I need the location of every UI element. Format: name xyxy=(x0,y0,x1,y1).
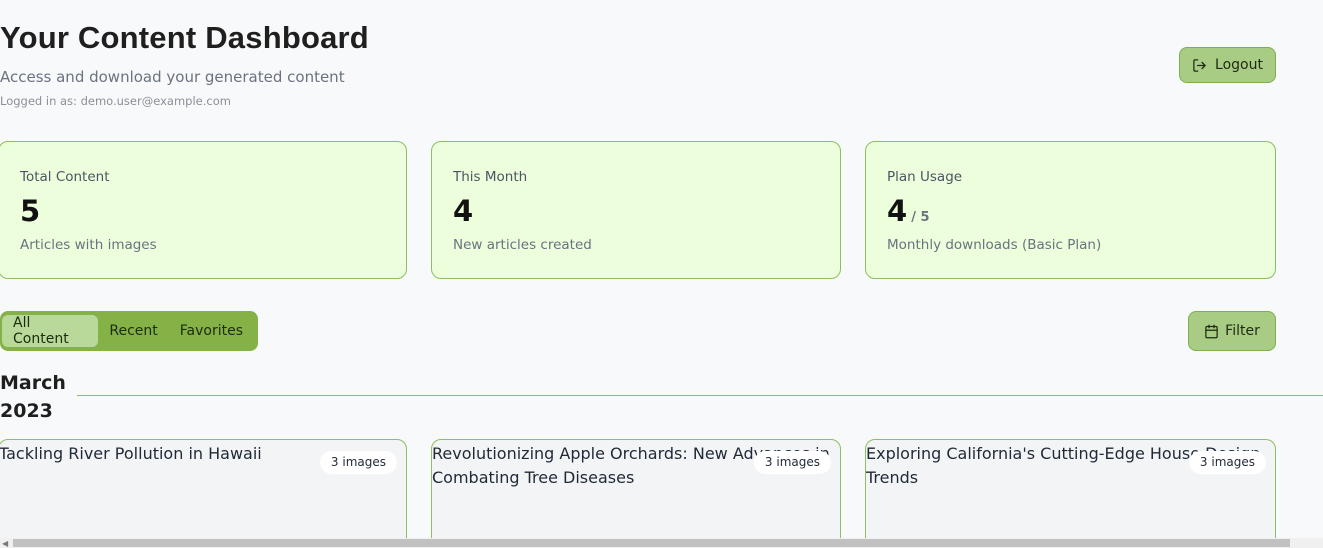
month-divider xyxy=(77,395,1323,396)
image-count-badge: 3 images xyxy=(319,451,397,474)
stat-label: Total Content xyxy=(20,169,110,185)
page-subtitle: Access and download your generated conte… xyxy=(0,68,345,86)
horizontal-scrollbar[interactable]: ◀ xyxy=(0,538,1323,548)
stat-card-this-month: This Month 4 New articles created xyxy=(431,141,841,279)
tab-recent[interactable]: Recent xyxy=(98,315,168,347)
logout-button[interactable]: Logout xyxy=(1179,47,1276,83)
stat-card-plan-usage: Plan Usage 4/ 5 Monthly downloads (Basic… xyxy=(865,141,1276,279)
content-tabs: All Content Recent Favorites xyxy=(0,311,258,351)
stat-value: 4/ 5 xyxy=(887,194,930,228)
tab-favorites[interactable]: Favorites xyxy=(169,315,254,347)
logout-icon xyxy=(1192,58,1207,73)
stat-description: New articles created xyxy=(453,237,592,253)
filter-button[interactable]: Filter xyxy=(1188,311,1276,351)
image-count-badge: 3 images xyxy=(1188,451,1266,474)
scrollbar-thumb[interactable] xyxy=(13,539,1290,547)
stat-label: Plan Usage xyxy=(887,169,963,185)
filter-label: Filter xyxy=(1225,323,1260,339)
image-count-badge: 3 images xyxy=(753,451,831,474)
month-heading: March 2023 xyxy=(0,372,66,422)
stat-value: 4 xyxy=(453,194,474,228)
scroll-left-icon[interactable]: ◀ xyxy=(2,539,8,548)
logout-label: Logout xyxy=(1215,57,1263,73)
calendar-icon xyxy=(1204,324,1219,339)
tab-all-content[interactable]: All Content xyxy=(2,315,99,347)
content-card[interactable]: Tackling River Pollution in Hawaii 3 ima… xyxy=(0,439,407,548)
stat-limit: / 5 xyxy=(911,210,930,225)
dashboard-page: Your Content Dashboard Access and downlo… xyxy=(0,0,1323,548)
content-card[interactable]: Revolutionizing Apple Orchards: New Adva… xyxy=(431,439,841,548)
stat-description: Monthly downloads (Basic Plan) xyxy=(887,237,1102,253)
content-card[interactable]: Exploring California's Cutting-Edge Hous… xyxy=(865,439,1276,548)
stat-card-total-content: Total Content 5 Articles with images xyxy=(0,141,407,279)
logged-in-text: Logged in as: demo.user@example.com xyxy=(0,94,231,108)
stat-label: This Month xyxy=(453,169,528,185)
stat-value: 5 xyxy=(20,194,41,228)
page-title: Your Content Dashboard xyxy=(0,20,369,55)
stat-description: Articles with images xyxy=(20,237,157,253)
